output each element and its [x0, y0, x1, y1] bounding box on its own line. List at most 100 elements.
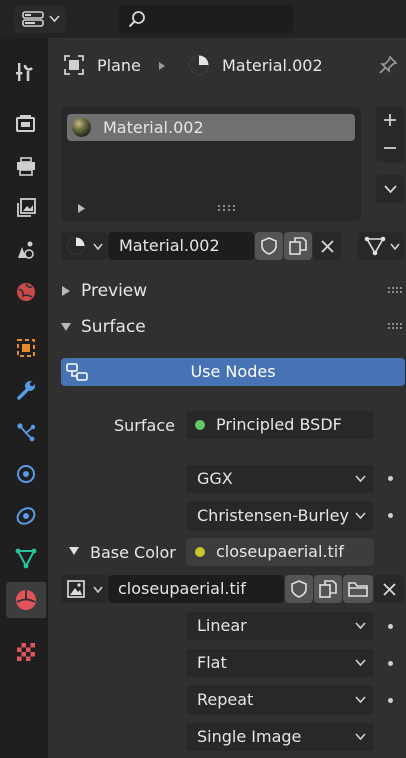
animate-property-dot[interactable] [388, 661, 393, 666]
use-nodes-button[interactable]: Use Nodes [61, 358, 405, 386]
panel-surface-header[interactable]: Surface [48, 312, 406, 342]
fake-user-button[interactable] [255, 232, 283, 260]
image-browse-button[interactable] [61, 575, 107, 603]
add-slot-button[interactable] [376, 106, 404, 134]
particles-icon [17, 423, 36, 442]
tab-world[interactable] [6, 274, 46, 310]
animate-property-dot[interactable] [388, 476, 393, 481]
triangle-right-icon[interactable] [77, 204, 86, 213]
tab-physics[interactable] [6, 456, 46, 492]
folder-icon [348, 582, 368, 597]
editor-header [0, 0, 406, 38]
chevron-down-icon [355, 733, 366, 741]
duplicate-material-button[interactable] [284, 232, 312, 260]
shield-icon [291, 580, 307, 598]
tool-icon [16, 63, 33, 81]
minus-icon [384, 147, 396, 149]
chevron-down-icon [383, 184, 397, 193]
projection-dropdown[interactable]: Flat [186, 649, 374, 677]
tab-tool[interactable] [6, 54, 46, 90]
material-icon [16, 590, 36, 610]
interpolation-value: Linear [197, 616, 247, 635]
panel-preview-header[interactable]: Preview [48, 276, 406, 306]
scene-icon [18, 241, 34, 259]
object-icon [64, 55, 84, 75]
image-source-dropdown[interactable]: Single Image [186, 723, 374, 751]
material-browse-button[interactable] [61, 232, 107, 260]
image-fake-user-button[interactable] [285, 575, 313, 603]
tab-view-layer[interactable] [6, 190, 46, 226]
mesh-data-icon [364, 236, 386, 256]
object-icon [17, 339, 35, 357]
checker-texture-icon [17, 643, 35, 661]
chevron-down-icon [355, 512, 366, 520]
triangle-down-icon[interactable] [69, 547, 79, 555]
duplicate-image-button[interactable] [314, 575, 342, 603]
tab-data[interactable] [6, 540, 46, 576]
subsurface-method-dropdown[interactable]: Christensen-Burley [186, 502, 374, 530]
tab-output[interactable] [6, 148, 46, 184]
resize-grip-icon[interactable] [218, 205, 235, 211]
distribution-value: GGX [197, 469, 233, 488]
search-icon [128, 11, 145, 28]
tab-render[interactable] [6, 106, 46, 142]
tab-object[interactable] [6, 330, 46, 366]
animate-property-dot[interactable] [388, 624, 393, 629]
animate-property-dot[interactable] [388, 513, 393, 518]
unlink-material-button[interactable] [313, 232, 341, 260]
surface-shader-selector[interactable]: Principled BSDF [186, 411, 374, 439]
slot-specials-button[interactable] [376, 175, 404, 203]
tab-modifiers[interactable] [6, 372, 46, 408]
image-stack-icon [17, 198, 36, 217]
base-color-input[interactable]: closeupaerial.tif [186, 538, 374, 566]
use-nodes-label: Use Nodes [190, 362, 276, 381]
wrench-icon [17, 381, 35, 400]
open-image-button[interactable] [343, 575, 373, 603]
printer-icon [17, 157, 35, 176]
tab-material[interactable] [6, 582, 46, 618]
unlink-image-button[interactable] [374, 575, 404, 603]
chevron-down-icon [355, 696, 366, 704]
drag-grip-icon[interactable] [388, 323, 402, 329]
shield-icon [261, 237, 277, 255]
list-item[interactable]: Material.002 [67, 114, 355, 141]
plus-icon [384, 114, 396, 126]
remove-slot-button[interactable] [376, 134, 404, 162]
material-name-field[interactable]: Material.002 [108, 232, 254, 260]
base-color-texture-value: closeupaerial.tif [216, 542, 344, 561]
surface-label: Surface [114, 416, 175, 435]
material-slot-name: Material.002 [103, 118, 204, 137]
chevron-down-icon [93, 243, 103, 250]
chevron-down-icon [355, 622, 366, 630]
material-icon [67, 237, 85, 255]
image-name-field[interactable]: closeupaerial.tif [108, 575, 284, 603]
animate-property-dot[interactable] [388, 698, 393, 703]
material-slot-list: Material.002 [61, 107, 361, 221]
material-link-dropdown[interactable] [358, 232, 404, 260]
triangle-down-icon [61, 323, 71, 331]
panel-surface-title: Surface [81, 317, 146, 337]
slot-add-remove-group [376, 106, 404, 162]
mesh-data-icon [15, 548, 37, 569]
render-icon [16, 115, 35, 132]
tab-particles[interactable] [6, 414, 46, 450]
duplicate-icon [319, 580, 337, 598]
pin-icon[interactable] [378, 55, 398, 75]
search-input[interactable] [119, 5, 293, 33]
editor-type-selector[interactable] [14, 5, 66, 33]
tab-constraints[interactable] [6, 498, 46, 534]
close-icon [382, 582, 396, 596]
interpolation-dropdown[interactable]: Linear [186, 612, 374, 640]
panel-preview-title: Preview [81, 281, 148, 301]
tab-texture[interactable] [6, 634, 46, 670]
tab-scene[interactable] [6, 232, 46, 268]
extension-dropdown[interactable]: Repeat [186, 686, 374, 714]
distribution-dropdown[interactable]: GGX [186, 465, 374, 493]
texture-socket-dot [195, 547, 205, 557]
properties-panel: Plane Material.002 Material.002 Material… [48, 38, 406, 758]
drag-grip-icon[interactable] [388, 287, 402, 293]
projection-value: Flat [197, 653, 227, 672]
image-name-text: closeupaerial.tif [118, 579, 246, 598]
extension-value: Repeat [197, 690, 254, 709]
shader-socket-dot [195, 420, 205, 430]
